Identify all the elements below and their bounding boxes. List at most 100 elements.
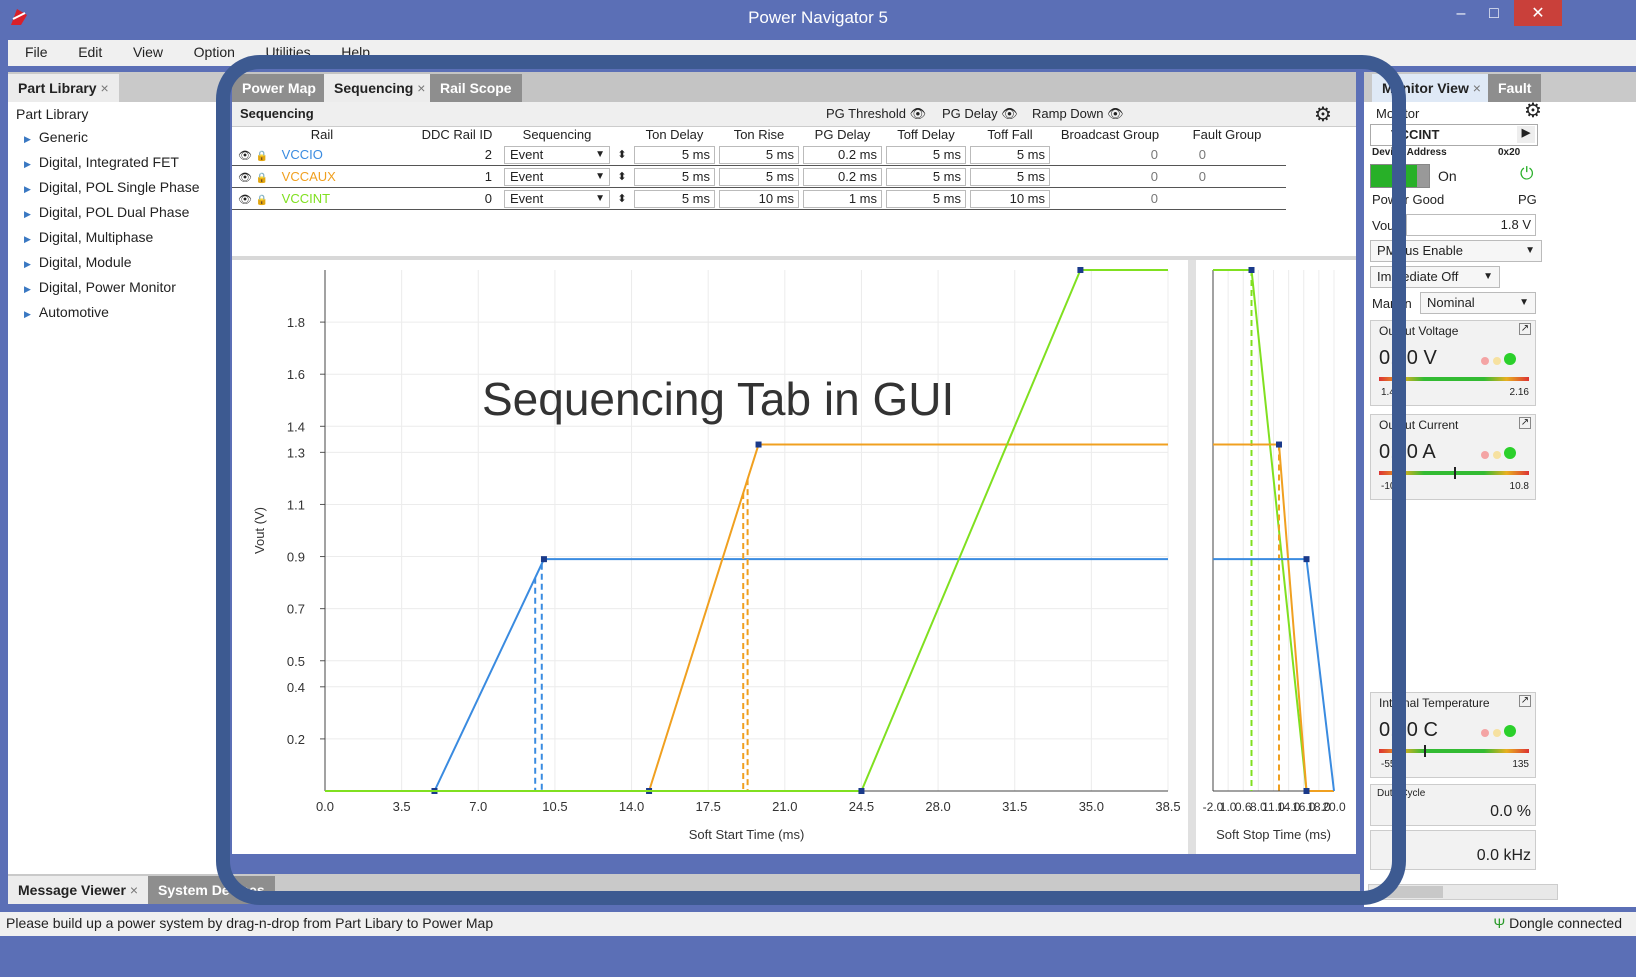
tab-rail-scope[interactable]: Rail Scope [430,74,522,102]
toff-fall-field[interactable]: 5 ms [970,167,1050,186]
tab-message-viewer[interactable]: Message Viewer × [8,876,148,904]
broadcast-group[interactable]: 0 [1052,165,1168,188]
lock-icon[interactable]: 🔒 [256,173,268,184]
gear-icon[interactable]: ⚙ [1314,102,1332,127]
pg-delay-link[interactable]: PG Delay 👁 [942,106,1018,122]
close-icon[interactable]: × [130,882,138,898]
chart-splitter[interactable] [1188,260,1196,854]
on-toggle[interactable] [1370,164,1430,188]
off-mode-select[interactable]: Immediate Off ▼ [1370,266,1500,288]
series-line [325,269,1168,792]
vout-field[interactable]: 1.8 V [1406,214,1536,236]
sort-icon[interactable]: ⬍ [612,187,632,210]
toff-fall-field[interactable]: 5 ms [970,145,1050,164]
expand-arrow-icon[interactable]: ▶ [24,309,31,319]
popout-icon[interactable]: ↗ [1519,695,1531,707]
expand-arrow-icon[interactable]: ▶ [24,134,31,144]
toff-delay-field[interactable]: 5 ms [886,189,966,208]
fault-group[interactable]: 0 [1168,144,1286,166]
expand-arrow-icon[interactable]: ▶ [24,234,31,244]
fault-group[interactable] [1168,187,1286,210]
expand-arrow-icon[interactable]: ▶ [24,184,31,194]
expand-arrow-icon[interactable]: ▶ [24,209,31,219]
close-button[interactable]: ✕ [1514,0,1562,26]
power-icon[interactable]: ⏻ [1520,164,1533,184]
ton-rise-field[interactable]: 5 ms [719,145,799,164]
table-header-row: Rail DDC Rail ID Sequencing Ton Delay To… [232,124,1286,144]
menu-view[interactable]: View [116,40,173,60]
monitor-scrollbar[interactable] [1368,884,1558,900]
led-red-icon [1481,451,1489,459]
tree-item[interactable]: ▶ Digital, POL Single Phase [8,176,227,201]
ton-delay-field[interactable]: 5 ms [634,167,715,186]
menu-help[interactable]: Help [324,40,380,60]
toff-delay-field[interactable]: 5 ms [886,145,966,164]
broadcast-group[interactable]: 0 [1052,144,1168,166]
sequencing-select[interactable]: Event ▼ [504,167,610,186]
table-row[interactable]: 👁 🔒 VCCIO 2 Event ▼ ⬍ 5 ms 5 ms 0.2 ms 5 ms 5 ms 0… [232,144,1286,166]
expand-arrow-icon[interactable]: ▶ [24,284,31,294]
close-icon[interactable]: × [417,80,425,96]
close-icon[interactable]: × [1473,80,1481,96]
menu-utilities[interactable]: Utilities [249,40,321,60]
expand-arrow-icon[interactable]: ▶ [24,259,31,269]
menu-option[interactable]: Option [177,40,245,60]
close-icon[interactable]: × [100,80,108,96]
eye-icon[interactable]: 👁 [238,172,252,184]
fault-group[interactable]: 0 [1168,165,1286,188]
menu-file[interactable]: File [8,40,58,60]
play-icon[interactable]: ▶ [1517,126,1535,143]
ton-delay-field[interactable]: 5 ms [634,189,715,208]
tree-item[interactable]: ▶ Digital, Module [8,251,227,276]
tree-item[interactable]: ▶ Digital, Multiphase [8,226,227,251]
tree-item[interactable]: ▶ Digital, POL Dual Phase [8,201,227,226]
lock-icon[interactable]: 🔒 [256,151,268,162]
margin-select[interactable]: Nominal ▼ [1420,292,1536,314]
toff-delay-field[interactable]: 5 ms [886,167,966,186]
menu-edit[interactable]: Edit [61,40,112,60]
rail-selector[interactable]: VCCINT ▶ [1370,124,1538,146]
expand-arrow-icon[interactable]: ▶ [24,159,31,169]
ramp-down-link[interactable]: Ramp Down 👁 [1032,106,1124,122]
table-row[interactable]: 👁 🔒 VCCAUX 1 Event ▼ ⬍ 5 ms 5 ms 0.2 ms 5 ms 5 ms… [232,165,1286,188]
tab-monitor-view[interactable]: Monitor View × [1372,74,1491,102]
ton-rise-field[interactable]: 10 ms [719,189,799,208]
table-row[interactable]: 👁 🔒 VCCINT 0 Event ▼ ⬍ 5 ms 10 ms 1 ms 5 ms 10 ms… [232,187,1286,210]
gauge-value: 0.00 V [1379,347,1437,369]
tab-system-devices[interactable]: System Devices [148,876,275,904]
lock-icon[interactable]: 🔒 [256,195,268,206]
tree-item-label: Digital, Module [38,254,132,270]
col-toff-fall: Toff Fall [987,126,1033,142]
tree-item[interactable]: ▶ Automotive [8,301,227,326]
popout-icon[interactable]: ↗ [1519,417,1531,429]
led-green-icon [1504,725,1517,737]
eye-icon[interactable]: 👁 [238,194,252,206]
center-tabstrip: Power Map Sequencing × Rail Scope [232,72,1356,102]
popout-icon[interactable]: ↗ [1519,323,1531,335]
sequencing-select[interactable]: Event ▼ [504,145,610,164]
tree-item[interactable]: ▶ Generic [8,126,227,151]
eye-icon[interactable]: 👁 [238,150,252,162]
broadcast-group[interactable]: 0 [1052,187,1168,210]
x-tick-label: 24.5 [849,799,874,814]
gear-icon[interactable]: ⚙ [1524,98,1542,123]
pg-delay-field[interactable]: 1 ms [803,189,882,208]
maximize-button[interactable]: □ [1473,0,1515,30]
pg-delay-field[interactable]: 0.2 ms [803,167,882,186]
tab-part-library[interactable]: Part Library × [8,74,119,102]
ton-delay-field[interactable]: 5 ms [634,145,715,164]
pmbus-select[interactable]: PMBus Enable ▼ [1370,240,1542,262]
tree-item[interactable]: ▶ Digital, Power Monitor [8,276,227,301]
ton-rise-field[interactable]: 5 ms [719,167,799,186]
pg-delay-field[interactable]: 0.2 ms [803,145,882,164]
sequencing-select[interactable]: Event ▼ [504,189,610,208]
sort-icon[interactable]: ⬍ [612,165,632,188]
x-axis-label: Soft Start Time (ms) [689,827,805,842]
tab-sequencing[interactable]: Sequencing × [324,74,436,102]
tree-item[interactable]: ▶ Digital, Integrated FET [8,151,227,176]
sort-icon[interactable]: ⬍ [612,144,632,166]
pg-threshold-link[interactable]: PG Threshold 👁 [826,106,926,122]
toff-fall-field[interactable]: 10 ms [970,189,1050,208]
y-tick-label: 0.4 [287,680,305,695]
tab-power-map[interactable]: Power Map [232,74,326,102]
